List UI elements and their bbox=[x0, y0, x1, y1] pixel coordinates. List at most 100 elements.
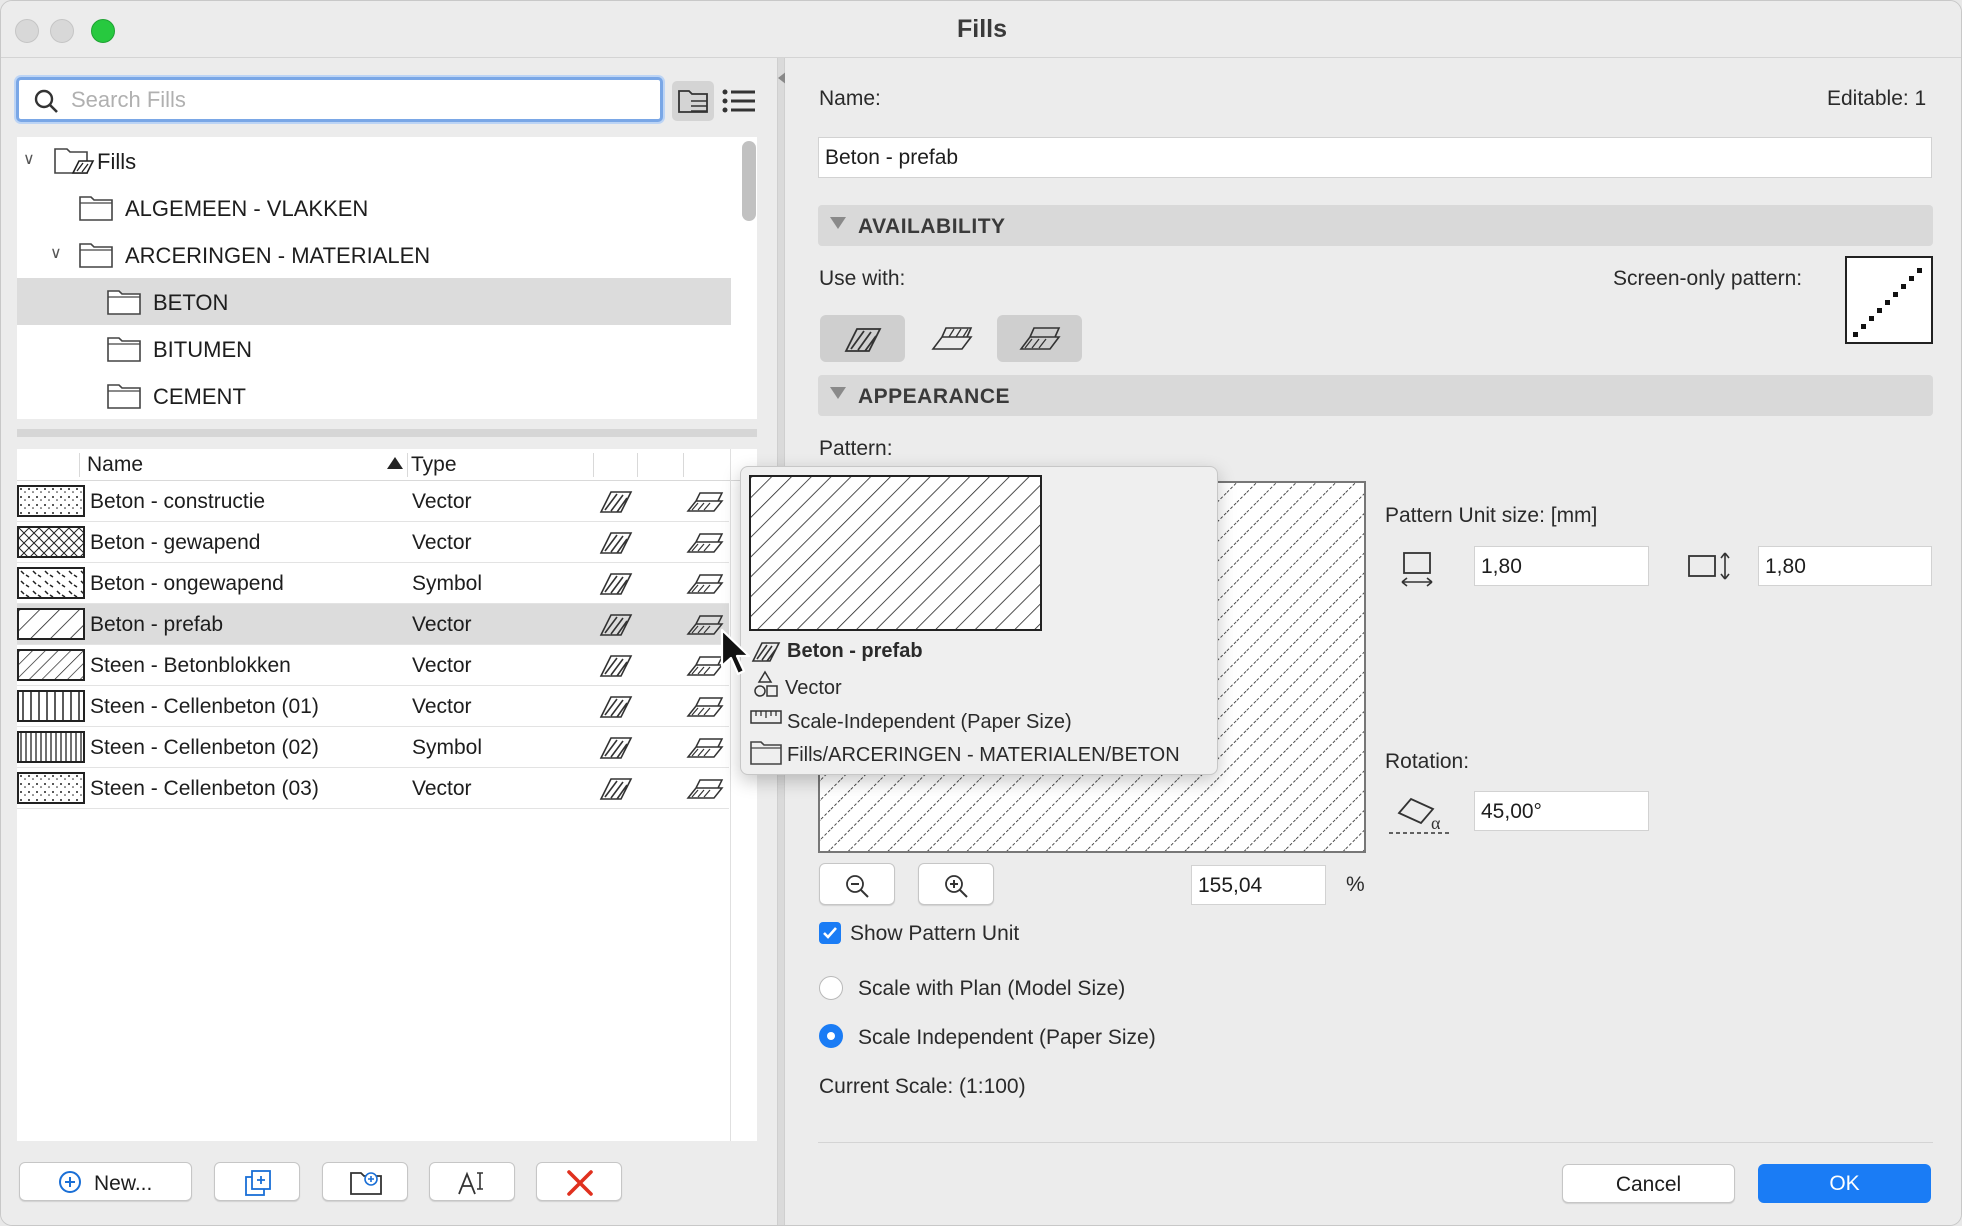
surface-fill-icon bbox=[686, 574, 724, 594]
tree-item-algemeen-vlakken[interactable]: ALGEMEEN - VLAKKEN bbox=[17, 184, 731, 231]
availability-section-header[interactable]: AVAILABILITY bbox=[818, 205, 1933, 246]
list-item[interactable]: Steen - Cellenbeton (02) Symbol bbox=[17, 727, 729, 768]
column-divider bbox=[593, 453, 594, 477]
list-item[interactable]: Beton - constructie Vector bbox=[17, 481, 729, 522]
show-pattern-unit-label: Show Pattern Unit bbox=[850, 922, 1020, 945]
zoom-in-button[interactable] bbox=[918, 863, 994, 905]
tooltip-fill-type: Vector bbox=[785, 677, 842, 699]
column-header-name[interactable]: Name bbox=[87, 453, 143, 477]
fill-swatch-dots bbox=[17, 772, 85, 804]
folder-icon bbox=[79, 243, 113, 268]
zoom-in-icon bbox=[945, 875, 968, 898]
rotation-value: 45,00° bbox=[1481, 800, 1542, 823]
fill-type: Vector bbox=[412, 777, 472, 800]
list-item-selected[interactable]: Beton - prefab Vector bbox=[17, 604, 729, 645]
new-folder-button[interactable] bbox=[322, 1162, 408, 1201]
unit-height-icon bbox=[1688, 552, 1730, 580]
tree-item-arceringen-materialen[interactable]: ∨ ARCERINGEN - MATERIALEN bbox=[17, 231, 731, 278]
new-fill-button[interactable]: New... bbox=[19, 1162, 192, 1201]
disclosure-triangle-icon[interactable] bbox=[830, 217, 846, 229]
ruler-icon bbox=[750, 710, 782, 724]
radio-dot bbox=[827, 1032, 835, 1040]
tree-item-label: CEMENT bbox=[153, 384, 246, 409]
chevron-down-icon[interactable]: ∨ bbox=[50, 243, 62, 263]
column-header-type[interactable]: Type bbox=[411, 453, 457, 477]
surface-fill-icon bbox=[686, 533, 724, 553]
scale-independent-radio[interactable] bbox=[819, 1024, 843, 1048]
unit-width-field[interactable]: 1,80 bbox=[1474, 546, 1649, 586]
unit-width-icon bbox=[1401, 552, 1433, 587]
tree-item-cement[interactable]: CEMENT bbox=[17, 372, 731, 419]
mouse-cursor-icon bbox=[720, 628, 751, 676]
drafting-fill-icon bbox=[844, 328, 882, 352]
unit-height-value: 1,80 bbox=[1765, 555, 1806, 578]
rename-icon bbox=[458, 1171, 483, 1195]
fill-name: Steen - Cellenbeton (03) bbox=[90, 777, 319, 800]
drafting-fill-icon bbox=[599, 696, 633, 718]
use-cut-fills-toggle[interactable] bbox=[909, 315, 994, 362]
cancel-button[interactable]: Cancel bbox=[1562, 1164, 1735, 1203]
delete-button[interactable] bbox=[536, 1162, 622, 1201]
tree-item-label: BETON bbox=[153, 290, 229, 315]
surface-fill-icon bbox=[686, 779, 724, 799]
folder-icon bbox=[107, 384, 141, 409]
sort-ascending-icon[interactable] bbox=[387, 457, 403, 469]
fill-type: Symbol bbox=[412, 572, 483, 595]
chevron-down-icon[interactable]: ∨ bbox=[23, 149, 35, 169]
zoom-field[interactable]: 155,04 bbox=[1191, 865, 1326, 905]
fill-swatch-vertical-lines bbox=[17, 690, 85, 722]
vector-shapes-icon bbox=[754, 670, 778, 697]
list-item[interactable]: Steen - Cellenbeton (01) Vector bbox=[17, 686, 729, 727]
list-icon bbox=[722, 89, 755, 113]
surface-fill-icon bbox=[686, 738, 724, 758]
fill-name: Steen - Cellenbeton (02) bbox=[90, 736, 319, 759]
column-divider bbox=[637, 453, 638, 477]
rename-button[interactable] bbox=[429, 1162, 515, 1201]
use-with-label: Use with: bbox=[819, 267, 906, 290]
tree-scrollbar[interactable] bbox=[742, 141, 756, 221]
search-input[interactable] bbox=[71, 86, 651, 114]
drafting-fill-icon bbox=[751, 642, 781, 662]
use-surface-fills-toggle[interactable] bbox=[997, 315, 1082, 362]
fill-name: Steen - Betonblokken bbox=[90, 654, 291, 677]
fill-type: Vector bbox=[412, 695, 472, 718]
zoom-value: 155,04 bbox=[1198, 874, 1263, 897]
fills-root-icon bbox=[54, 148, 95, 174]
fill-swatch-dense-hatch bbox=[17, 649, 85, 681]
pane-divider[interactable] bbox=[17, 429, 757, 437]
search-box[interactable] bbox=[16, 77, 663, 122]
list-view-button[interactable] bbox=[718, 81, 760, 121]
list-item[interactable]: Beton - gewapend Vector bbox=[17, 522, 729, 563]
delete-x-icon bbox=[567, 1170, 593, 1196]
duplicate-button[interactable] bbox=[214, 1162, 300, 1201]
name-label: Name: bbox=[819, 87, 881, 110]
use-drafting-fills-toggle[interactable] bbox=[820, 315, 905, 362]
rotation-field[interactable]: 45,00° bbox=[1474, 791, 1649, 831]
list-item[interactable]: Steen - Cellenbeton (03) Vector bbox=[17, 768, 729, 809]
name-field[interactable]: Beton - prefab bbox=[818, 137, 1932, 178]
scale-with-plan-radio[interactable] bbox=[819, 976, 843, 1000]
fill-swatch-symbol bbox=[17, 567, 85, 599]
fill-type: Vector bbox=[412, 531, 472, 554]
fill-swatch-crosshatch bbox=[17, 526, 85, 558]
tree-item-beton[interactable]: BETON bbox=[17, 278, 731, 325]
unit-height-field[interactable]: 1,80 bbox=[1758, 546, 1932, 586]
list-item[interactable]: Beton - ongewapend Symbol bbox=[17, 563, 729, 604]
show-pattern-unit-checkbox[interactable] bbox=[819, 922, 841, 944]
rotation-label: Rotation: bbox=[1385, 750, 1470, 773]
tree-item-fills-root[interactable]: ∨ Fills bbox=[17, 137, 731, 184]
surface-fill-icon bbox=[686, 697, 724, 717]
tree-item-bitumen[interactable]: BITUMEN bbox=[17, 325, 731, 372]
folder-view-button[interactable] bbox=[672, 81, 714, 121]
folder-icon bbox=[107, 337, 141, 362]
appearance-section-header[interactable]: APPEARANCE bbox=[818, 375, 1933, 416]
zoom-out-button[interactable] bbox=[819, 863, 895, 905]
screen-only-pattern-swatch[interactable] bbox=[1845, 256, 1933, 344]
fill-name: Beton - gewapend bbox=[90, 531, 261, 554]
ok-button[interactable]: OK bbox=[1758, 1164, 1931, 1203]
disclosure-triangle-icon[interactable] bbox=[830, 387, 846, 399]
list-item[interactable]: Steen - Betonblokken Vector bbox=[17, 645, 729, 686]
tree-item-label: BITUMEN bbox=[153, 337, 252, 362]
tree-item-label: ARCERINGEN - MATERIALEN bbox=[125, 243, 431, 268]
fill-name: Beton - ongewapend bbox=[90, 572, 284, 595]
